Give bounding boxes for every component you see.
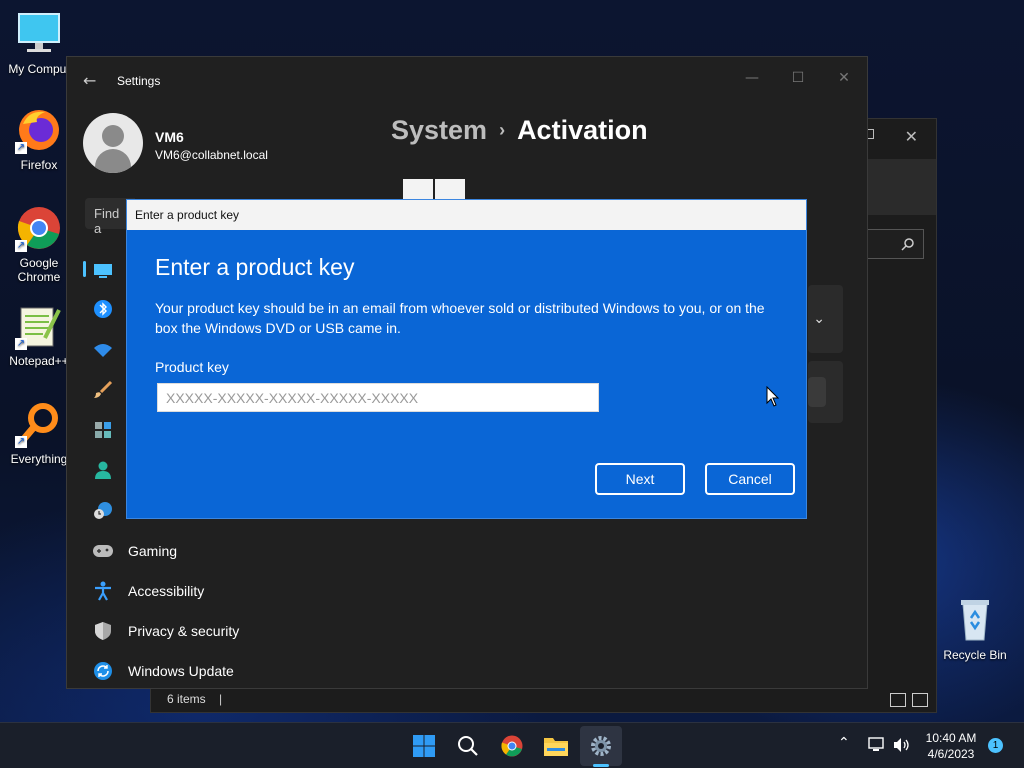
mouse-cursor-icon <box>766 386 780 407</box>
start-button[interactable] <box>409 731 439 761</box>
view-toggle <box>890 693 928 707</box>
desktop-icon-label: Recycle Bin <box>943 648 1007 662</box>
chrome-icon <box>501 735 523 757</box>
time-language-icon[interactable] <box>93 500 113 520</box>
brush-icon[interactable] <box>93 380 113 400</box>
desktop-icon-recycle-bin[interactable]: Recycle Bin <box>936 596 1014 662</box>
page-action-buttons <box>403 179 465 201</box>
cancel-button[interactable]: Cancel <box>705 463 795 495</box>
product-key-label: Product key <box>155 359 229 375</box>
breadcrumb-parent[interactable]: System <box>391 115 487 145</box>
system-icon[interactable] <box>93 260 113 280</box>
maximize-button[interactable]: ☐ <box>775 63 821 93</box>
page-title: Activation <box>517 115 648 145</box>
notification-badge[interactable]: 1 <box>988 738 1003 753</box>
magnifier-icon: ↗ <box>15 400 63 448</box>
file-explorer-taskbar-button[interactable] <box>541 731 571 761</box>
shortcut-arrow-icon: ↗ <box>15 436 27 448</box>
chevron-up-icon[interactable]: ⌃ <box>838 735 850 751</box>
change-key-button-stub[interactable] <box>808 377 826 407</box>
bluetooth-icon[interactable] <box>93 299 113 319</box>
next-button[interactable]: Next <box>595 463 685 495</box>
sidebar-item-label: Gaming <box>128 543 178 559</box>
search-button[interactable] <box>453 731 483 761</box>
chrome-taskbar-button[interactable] <box>497 731 527 761</box>
desktop-icon-label: Google Chrome <box>17 256 61 284</box>
settings-titlebar: ← Settings — ☐ ✕ <box>67 57 867 103</box>
sidebar-item-privacy[interactable]: Privacy & security <box>93 619 239 643</box>
apps-icon[interactable] <box>93 420 113 440</box>
page-action-button[interactable] <box>403 179 433 201</box>
sidebar-item-gaming[interactable]: Gaming <box>93 539 177 563</box>
shield-icon <box>93 621 113 641</box>
close-button[interactable]: ✕ <box>821 63 867 93</box>
breadcrumb: System › Activation <box>391 115 648 146</box>
notepadpp-icon: ↗ <box>15 302 63 350</box>
update-icon <box>93 661 113 681</box>
gear-icon <box>591 736 611 756</box>
user-email: VM6@collabnet.local <box>155 148 268 162</box>
sidebar-item-label: Windows Update <box>128 663 234 679</box>
volume-icon[interactable] <box>893 737 911 757</box>
product-key-input[interactable] <box>157 383 599 412</box>
sidebar-item-windows-update[interactable]: Windows Update <box>93 659 234 683</box>
sidebar-item-label: Privacy & security <box>128 623 240 639</box>
search-icon <box>458 736 478 756</box>
firefox-icon: ↗ <box>15 106 63 154</box>
accessibility-icon <box>93 581 113 601</box>
dialog-titlebar: Enter a product key <box>127 200 806 230</box>
clock[interactable]: 10:40 AM 4/6/2023 <box>920 730 982 762</box>
folder-icon <box>544 738 568 756</box>
sidebar-item-label: Accessibility <box>128 583 205 599</box>
window-title: Settings <box>117 74 161 88</box>
dialog-description: Your product key should be in an email f… <box>155 300 765 336</box>
shortcut-arrow-icon: ↗ <box>15 338 27 350</box>
windows-logo-icon <box>413 735 435 757</box>
active-app-indicator <box>593 764 609 767</box>
selected-indicator <box>83 261 86 277</box>
monitor-icon <box>15 10 63 58</box>
settings-taskbar-button[interactable] <box>586 731 616 761</box>
chevron-right-icon: › <box>499 120 506 140</box>
item-count: 6 items <box>167 692 206 706</box>
accounts-icon[interactable] <box>93 460 113 480</box>
sidebar-item-accessibility[interactable]: Accessibility <box>93 579 204 603</box>
dialog-heading: Enter a product key <box>155 254 355 280</box>
search-icon <box>901 238 914 251</box>
gamepad-icon <box>93 541 113 561</box>
network-icon[interactable] <box>868 737 886 757</box>
close-icon[interactable]: ✕ <box>905 127 918 146</box>
shortcut-arrow-icon: ↗ <box>15 240 27 252</box>
clock-date: 4/6/2023 <box>927 747 975 761</box>
explorer-status-bar: 6 items | <box>151 686 936 712</box>
chevron-down-icon[interactable]: ⌄ <box>813 311 825 327</box>
tiles-view-icon[interactable] <box>912 693 928 707</box>
user-name: VM6 <box>155 129 184 145</box>
taskbar: ⌃ 10:40 AM 4/6/2023 1 <box>0 722 1024 768</box>
avatar[interactable] <box>83 113 143 173</box>
chrome-icon: ↗ <box>15 204 63 252</box>
details-view-icon[interactable] <box>890 693 906 707</box>
product-key-dialog: Enter a product key Enter a product key … <box>126 199 807 519</box>
clock-time: 10:40 AM <box>925 731 977 745</box>
shortcut-arrow-icon: ↗ <box>15 142 27 154</box>
wifi-icon[interactable] <box>93 340 113 360</box>
page-action-button[interactable] <box>435 179 465 201</box>
minimize-button[interactable]: — <box>729 63 775 93</box>
recycle-bin-icon <box>951 596 999 644</box>
back-arrow-icon[interactable]: ← <box>83 71 96 90</box>
